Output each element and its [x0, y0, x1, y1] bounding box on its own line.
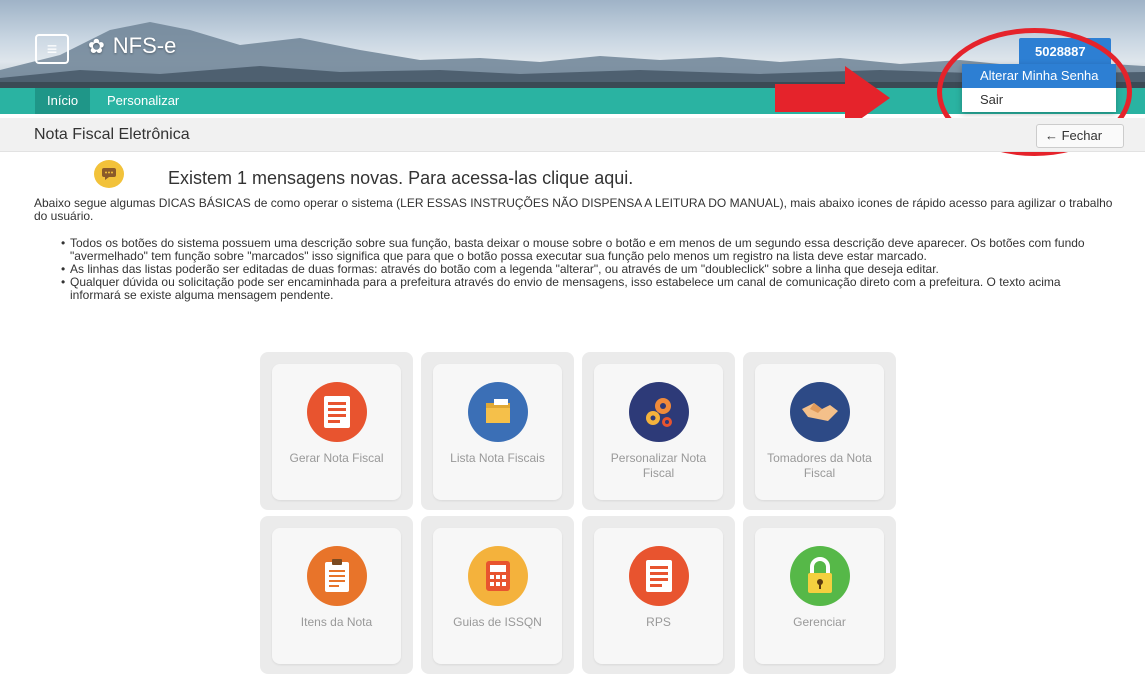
receipt-icon — [629, 546, 689, 606]
receipt-icon — [307, 382, 367, 442]
tile-label: Gerar Nota Fiscal — [289, 451, 384, 465]
tile-rps[interactable]: RPS — [582, 516, 735, 674]
tile-label: Gerenciar — [793, 615, 846, 629]
tile-label: Lista Nota Fiscais — [450, 451, 545, 465]
tip-item: Qualquer dúvida ou solicitação pode ser … — [61, 276, 1110, 302]
tile-label: Tomadores da Nota Fiscal — [767, 451, 872, 480]
tile-label: Personalizar Nota Fiscal — [610, 451, 707, 480]
intro-text: Abaixo segue algumas DICAS BÁSICAS de co… — [34, 196, 1113, 223]
tile-gerenciar[interactable]: Gerenciar — [743, 516, 896, 674]
hamburger-icon: ≡ — [46, 38, 58, 59]
tile-gerar-nota-fiscal[interactable]: Gerar Nota Fiscal — [260, 352, 413, 510]
page-titlebar: Nota Fiscal Eletrônica ← Fechar — [0, 118, 1145, 152]
tile-personalizar-nota-fiscal[interactable]: Personalizar Nota Fiscal — [582, 352, 735, 510]
tile-label: Guias de ISSQN — [453, 615, 542, 629]
lock-icon — [790, 546, 850, 606]
handshake-icon — [790, 382, 850, 442]
tip-item: Todos os botões do sistema possuem uma d… — [61, 237, 1110, 263]
page-title: Nota Fiscal Eletrônica — [34, 126, 190, 143]
nav-item-personalizar[interactable]: Personalizar — [95, 88, 191, 114]
nav-item-inicio[interactable]: Início — [35, 88, 91, 114]
tile-label: RPS — [646, 615, 671, 629]
new-messages-link[interactable]: Existem 1 mensagens novas. Para acessa-l… — [168, 168, 633, 189]
tile-tomadores-nota-fiscal[interactable]: Tomadores da Nota Fiscal — [743, 352, 896, 510]
gears-icon — [629, 382, 689, 442]
clipboard-icon — [307, 546, 367, 606]
tile-itens-da-nota[interactable]: Itens da Nota — [260, 516, 413, 674]
tile-label: Itens da Nota — [300, 615, 373, 629]
close-button[interactable]: ← Fechar — [1036, 124, 1124, 148]
chat-bubble-icon[interactable] — [94, 160, 124, 188]
app-brand[interactable]: ✿ NFS-e — [88, 33, 176, 59]
app-name: NFS-e — [112, 33, 177, 58]
tile-guias-issqn[interactable]: Guias de ISSQN — [421, 516, 574, 674]
box-icon — [468, 382, 528, 442]
tile-lista-nota-fiscais[interactable]: Lista Nota Fiscais — [421, 352, 574, 510]
gear-icon: ✿ — [88, 35, 105, 58]
tips-list: Todos os botões do sistema possuem uma d… — [61, 237, 1110, 302]
shortcut-grid: Gerar Nota Fiscal Lista Nota Fiscais Per… — [260, 352, 900, 674]
calculator-icon — [468, 546, 528, 606]
menu-button[interactable]: ≡ — [35, 34, 69, 64]
